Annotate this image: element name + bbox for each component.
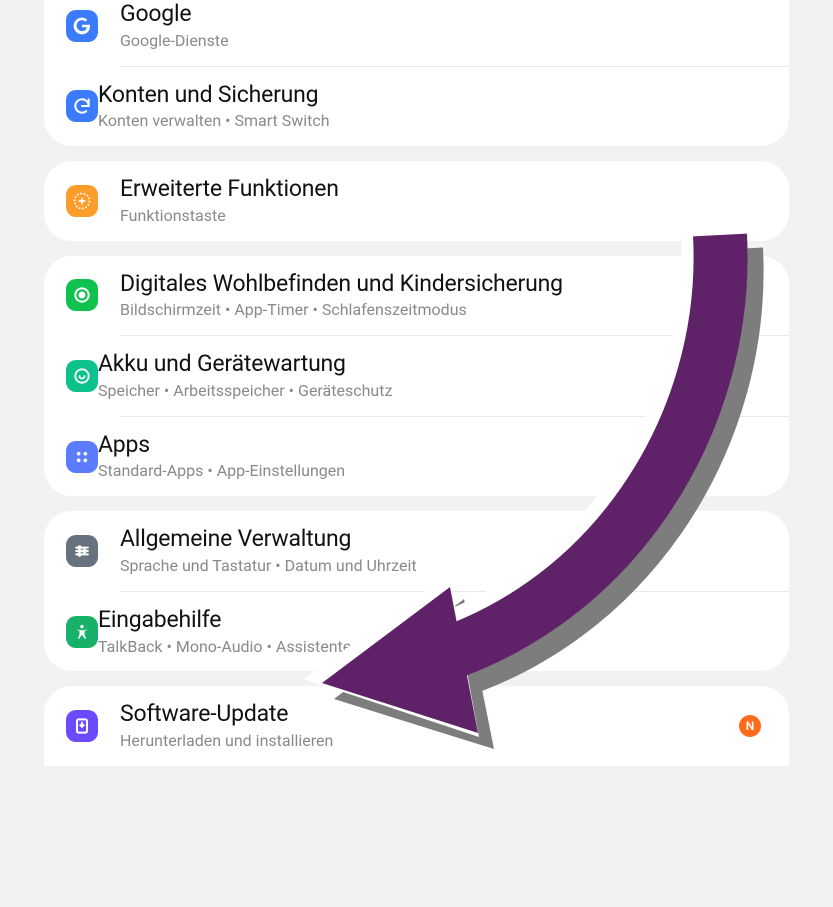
item-title: Apps xyxy=(98,431,767,460)
settings-item-accounts-backup[interactable]: Konten und Sicherung Konten verwalten • … xyxy=(120,66,789,147)
settings-group: Google Google-Dienste Konten und Sicheru… xyxy=(44,0,789,146)
item-subtitle: Funktionstaste xyxy=(120,206,767,227)
apps-icon xyxy=(66,441,98,473)
settings-item-software-update[interactable]: Software-Update Herunterladen und instal… xyxy=(44,686,789,766)
item-subtitle: Google-Dienste xyxy=(120,31,767,52)
item-subtitle: Speicher • Arbeitsspeicher • Geräteschut… xyxy=(98,381,767,402)
accessibility-icon xyxy=(66,616,98,648)
settings-item-digital-wellbeing[interactable]: Digitales Wohlbefinden und Kindersicheru… xyxy=(44,256,789,336)
wellbeing-icon xyxy=(66,279,98,311)
plus-gear-icon xyxy=(66,185,98,217)
item-title: Allgemeine Verwaltung xyxy=(120,525,767,554)
item-title: Eingabehilfe xyxy=(98,606,767,635)
item-subtitle: Standard-Apps • App-Einstellungen xyxy=(98,461,767,482)
sliders-icon xyxy=(66,535,98,567)
item-subtitle: TalkBack • Mono-Audio • Assistentenmenü xyxy=(98,637,767,658)
item-title: Konten und Sicherung xyxy=(98,81,767,110)
settings-item-apps[interactable]: Apps Standard-Apps • App-Einstellungen xyxy=(120,416,789,497)
item-title: Google xyxy=(120,0,767,29)
item-title: Erweiterte Funktionen xyxy=(120,175,767,204)
item-subtitle: Bildschirmzeit • App-Timer • Schlafensze… xyxy=(120,300,767,321)
settings-item-accessibility[interactable]: Eingabehilfe TalkBack • Mono-Audio • Ass… xyxy=(120,591,789,672)
settings-item-google[interactable]: Google Google-Dienste xyxy=(44,0,789,66)
settings-item-advanced-features[interactable]: Erweiterte Funktionen Funktionstaste xyxy=(44,161,789,241)
notification-badge: N xyxy=(739,715,761,737)
google-icon xyxy=(66,10,98,42)
download-icon xyxy=(66,710,98,742)
settings-group: Erweiterte Funktionen Funktionstaste xyxy=(44,161,789,241)
settings-item-general-management[interactable]: Allgemeine Verwaltung Sprache und Tastat… xyxy=(44,511,789,591)
settings-group: Software-Update Herunterladen und instal… xyxy=(44,686,789,766)
item-title: Akku und Gerätewartung xyxy=(98,350,767,379)
settings-group: Digitales Wohlbefinden und Kindersicheru… xyxy=(44,256,789,497)
item-subtitle: Sprache und Tastatur • Datum und Uhrzeit xyxy=(120,556,767,577)
item-subtitle: Konten verwalten • Smart Switch xyxy=(98,111,767,132)
item-subtitle: Herunterladen und installieren xyxy=(120,731,739,752)
settings-group: Allgemeine Verwaltung Sprache und Tastat… xyxy=(44,511,789,671)
item-title: Digitales Wohlbefinden und Kindersicheru… xyxy=(120,270,767,299)
settings-item-battery-care[interactable]: Akku und Gerätewartung Speicher • Arbeit… xyxy=(120,335,789,416)
care-icon xyxy=(66,360,98,392)
sync-icon xyxy=(66,90,98,122)
item-title: Software-Update xyxy=(120,700,739,729)
